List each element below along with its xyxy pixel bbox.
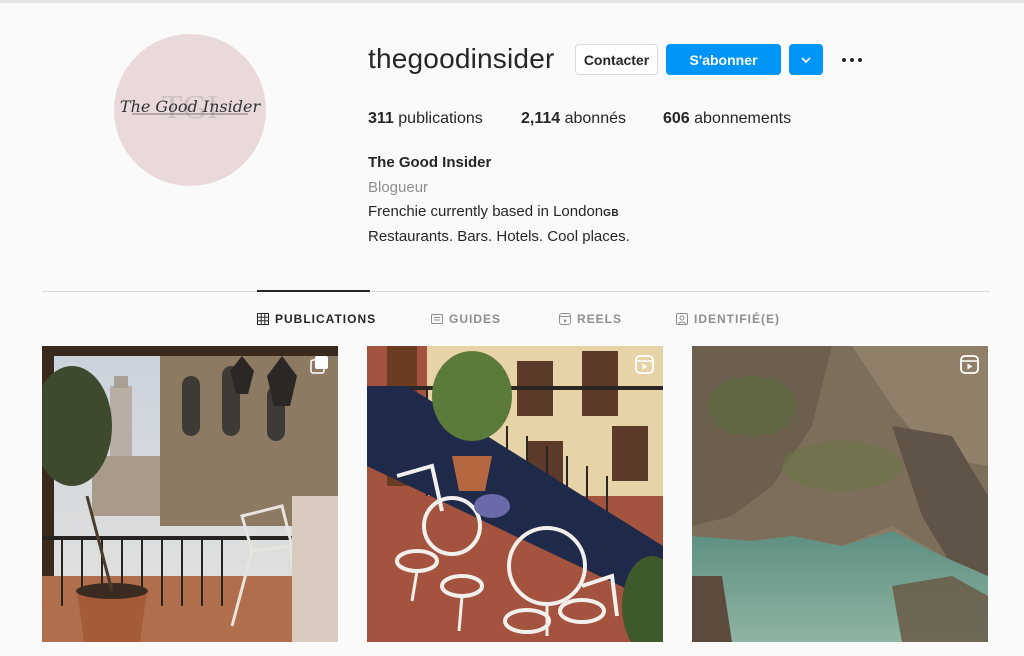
post-image [692,346,988,642]
tab-reels[interactable]: REELS [559,312,622,326]
reels-icon [559,313,571,325]
followers-count: 2,114 [521,110,561,127]
more-icon-dot [842,58,846,62]
followers-stat[interactable]: 2,114 abonnés [521,110,626,128]
tagged-icon [676,313,688,325]
tab-guides-label: GUIDES [449,312,502,326]
tab-tagged[interactable]: IDENTIFIÉ(E) [676,312,780,326]
bio-line-1-text: Frenchie currently based in London [368,203,604,220]
post-image [367,346,663,642]
tab-tagged-label: IDENTIFIÉ(E) [694,312,780,326]
post-tile[interactable] [692,346,988,642]
carousel-icon [310,356,328,374]
posts-stat: 311 publications [368,110,483,128]
post-tile[interactable] [42,346,338,642]
svg-text:The Good Insider: The Good Insider [120,97,262,116]
following-stat[interactable]: 606 abonnements [663,110,791,128]
post-tile[interactable] [367,346,663,642]
more-options-button[interactable] [838,47,866,73]
guide-icon [431,314,443,324]
contact-button[interactable]: Contacter [575,44,658,75]
suggestions-dropdown-button[interactable] [789,44,823,75]
profile-avatar[interactable]: TGI The Good Insider [114,34,266,186]
tab-publications[interactable]: PUBLICATIONS [257,312,376,326]
tab-reels-label: REELS [577,312,623,326]
bio-name: The Good Insider [368,154,492,171]
tabs-divider [42,291,990,292]
bio-line-2: Restaurants. Bars. Hotels. Cool places. [368,228,630,245]
bio-line-1: Frenchie currently based in LondonGB [368,203,619,220]
flag-gb-icon: GB [603,208,620,219]
more-icon-dot [850,58,854,62]
reels-icon [960,355,979,374]
following-label: abonnements [694,110,792,127]
grid-icon [257,313,269,325]
follow-button[interactable]: S'abonner [666,44,781,75]
active-tab-indicator [257,290,370,292]
chevron-down-icon [801,56,811,63]
following-count: 606 [663,110,690,127]
posts-label: publications [398,110,483,127]
post-image [42,346,338,642]
reels-icon [635,355,654,374]
profile-username: thegoodinsider [368,43,555,74]
tab-publications-label: PUBLICATIONS [275,312,377,326]
avatar-logo: TGI The Good Insider [120,89,262,126]
more-icon-dot [858,58,862,62]
posts-count: 311 [368,110,394,127]
bio-category: Blogueur [368,179,429,196]
tab-guides[interactable]: GUIDES [431,312,501,326]
followers-label: abonnés [564,110,626,127]
